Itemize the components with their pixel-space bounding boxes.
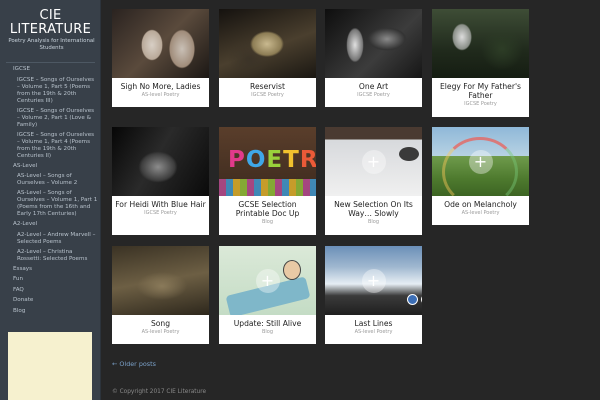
post-card[interactable]: Sigh No More, Ladies AS-level Poetry	[112, 9, 209, 107]
post-title[interactable]: Update: Still Alive	[219, 319, 316, 328]
post-thumbnail[interactable]: +	[325, 127, 422, 196]
post-title[interactable]: Sigh No More, Ladies	[112, 82, 209, 91]
post-thumbnail[interactable]	[112, 9, 209, 78]
post-card[interactable]: POETRY GCSE Selection Printable Doc UpBl…	[219, 127, 316, 235]
site-title[interactable]: CIE LITERATURE	[0, 9, 101, 37]
post-category[interactable]: Blog	[219, 329, 316, 336]
post-thumbnail[interactable]: +	[219, 246, 316, 315]
post-thumbnail[interactable]: POETRY	[219, 127, 316, 196]
post-card[interactable]: + Last Lines AS-level Poetry	[325, 246, 422, 344]
post-category[interactable]: AS-level Poetry	[112, 329, 209, 336]
post-card[interactable]: Song AS-level Poetry	[112, 246, 209, 344]
post-category[interactable]: AS-level Poetry	[432, 210, 529, 217]
post-thumbnail[interactable]	[219, 9, 316, 78]
post-category[interactable]: IGCSE Poetry	[219, 92, 316, 99]
site-title-line1[interactable]: CIE	[0, 9, 101, 23]
post-card[interactable]: One Art IGCSE Poetry	[325, 9, 422, 107]
nav-item-donate[interactable]: Donate	[0, 297, 101, 304]
site-tagline: Poetry Analysis for International Studen…	[8, 38, 95, 51]
post-thumbnail[interactable]: +	[432, 127, 529, 196]
post-title[interactable]: Song	[112, 319, 209, 328]
post-thumbnail[interactable]	[112, 127, 209, 196]
post-card[interactable]: Elegy For My Father's Father IGCSE Poetry	[432, 9, 529, 117]
nav-item-as-level-vol2[interactable]: AS-Level – Songs of Ourselves – Volume 2	[0, 173, 101, 187]
plus-icon[interactable]: +	[255, 268, 280, 293]
post-card[interactable]: Reservist IGCSE Poetry	[219, 9, 316, 107]
post-category[interactable]: IGCSE Poetry	[325, 92, 422, 99]
head-shape	[283, 260, 301, 280]
post-title[interactable]: Reservist	[219, 82, 316, 91]
post-card[interactable]: + Update: Still Alive Blog	[219, 246, 316, 344]
nav-item-as-level[interactable]: AS-Level	[0, 163, 101, 170]
nav-item-essays[interactable]: Essays	[0, 266, 101, 273]
post-thumbnail[interactable]	[112, 246, 209, 315]
plus-icon[interactable]: +	[361, 149, 386, 174]
sidebar-widget	[8, 332, 92, 400]
post-thumbnail[interactable]	[325, 9, 422, 78]
site-title-line2[interactable]: LITERATURE	[0, 23, 101, 37]
post-category[interactable]: Blog	[325, 219, 422, 226]
post-category[interactable]: AS-level Poetry	[112, 92, 209, 99]
post-thumbnail[interactable]: +	[325, 246, 422, 315]
post-title[interactable]: Elegy For My Father's Father	[432, 82, 529, 100]
thumbnail-stripes	[219, 179, 316, 196]
nav-item-igcse[interactable]: IGCSE	[0, 66, 101, 73]
post-title[interactable]: For Heidi With Blue Hair	[112, 200, 209, 209]
nav-item-as-level-vol1-part1[interactable]: AS-Level – Songs of Ourselves – Volume 1…	[0, 190, 101, 218]
post-card[interactable]: + New Selection On Its Way… Slowly Blog	[325, 127, 422, 235]
post-category[interactable]: AS-level Poetry	[325, 329, 422, 336]
nav-item-a2-marvell[interactable]: A2-Level – Andrew Marvell – Selected Poe…	[0, 232, 101, 246]
nav-item-igcse-vol1-part5[interactable]: IGCSE – Songs of Ourselves – Volume 1, P…	[0, 77, 101, 105]
post-title[interactable]: Last Lines	[325, 319, 422, 328]
nav-item-fun[interactable]: Fun	[0, 276, 101, 283]
poetry-lettering: POETRY	[228, 147, 316, 173]
plus-icon[interactable]: +	[361, 268, 386, 293]
nav-item-blog[interactable]: Blog	[0, 308, 101, 315]
post-category[interactable]: IGCSE Poetry	[112, 210, 209, 217]
post-category[interactable]: Blog	[219, 219, 316, 226]
sidebar-divider	[6, 62, 95, 63]
post-card[interactable]: For Heidi With Blue Hair IGCSE Poetry	[112, 127, 209, 235]
post-category[interactable]: IGCSE Poetry	[432, 101, 529, 108]
dog-shape	[399, 147, 419, 161]
nav-item-igcse-vol2-part1[interactable]: IGCSE – Songs of Ourselves – Volume 2, P…	[0, 108, 101, 129]
sidebar: CIE LITERATURE Poetry Analysis for Inter…	[0, 0, 101, 400]
sidebar-nav: IGCSE IGCSE – Songs of Ourselves – Volum…	[0, 66, 101, 318]
footer-copyright: © Copyright 2017 CIE Literature	[112, 389, 207, 395]
older-posts-link[interactable]: ← Older posts	[112, 360, 156, 368]
post-thumbnail[interactable]	[432, 9, 529, 78]
share-badge-icon[interactable]	[421, 294, 422, 305]
post-card[interactable]: + Ode on Melancholy AS-level Poetry	[432, 127, 529, 225]
post-title[interactable]: One Art	[325, 82, 422, 91]
post-title[interactable]: Ode on Melancholy	[432, 200, 529, 209]
plus-icon[interactable]: +	[468, 149, 493, 174]
nav-item-faq[interactable]: FAQ	[0, 287, 101, 294]
nav-item-a2-level[interactable]: A2-Level	[0, 221, 101, 228]
nav-item-igcse-vol1-part4[interactable]: IGCSE – Songs of Ourselves – Volume 1, P…	[0, 132, 101, 160]
post-title[interactable]: New Selection On Its Way… Slowly	[325, 200, 422, 218]
post-title[interactable]: GCSE Selection Printable Doc Up	[219, 200, 316, 218]
nav-item-a2-rossetti[interactable]: A2-Level – Christina Rossetti: Selected …	[0, 249, 101, 263]
share-badge-icon[interactable]	[407, 294, 418, 305]
